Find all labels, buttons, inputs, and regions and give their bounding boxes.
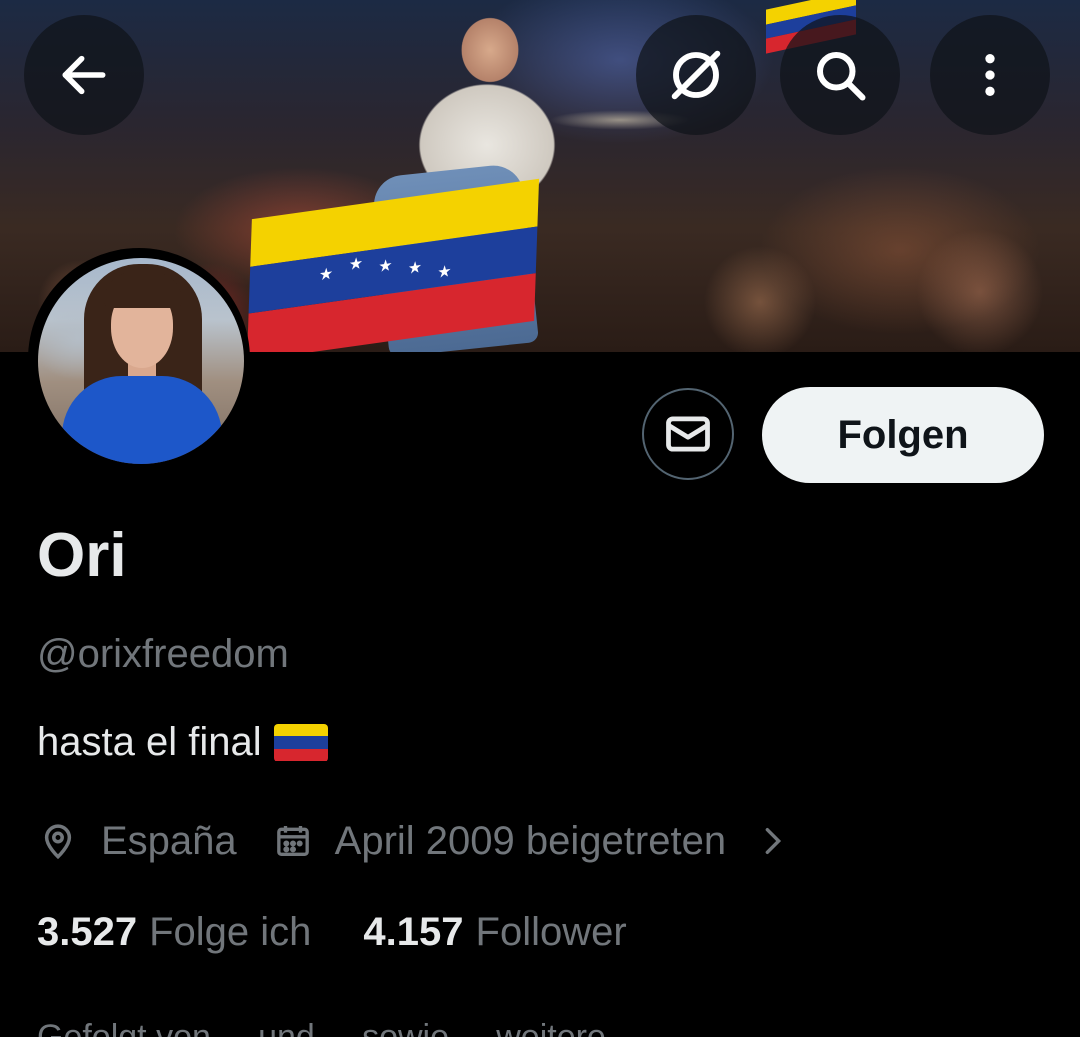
- profile-name: Ori: [37, 521, 127, 590]
- calendar-icon: [273, 821, 313, 861]
- following-link[interactable]: 3.527 Folge ich: [37, 910, 311, 955]
- avatar-bangs: [104, 272, 182, 308]
- avatar-shirt: [62, 376, 222, 464]
- back-button[interactable]: [24, 15, 144, 135]
- more-vertical-icon: [985, 54, 995, 96]
- profile-page: ★ ★ ★ ★ ★ Folgen Ori @orixfreedom hasta …: [0, 0, 1080, 1037]
- avatar[interactable]: [38, 258, 244, 464]
- following-count: 3.527: [37, 910, 138, 954]
- grok-button[interactable]: [636, 15, 756, 135]
- profile-stats: 3.527 Folge ich 4.157 Follower: [37, 910, 627, 955]
- banner-figure-head: [450, 0, 530, 90]
- followers-count: 4.157: [363, 910, 464, 954]
- chevron-right-icon[interactable]: [756, 824, 790, 858]
- joined-text[interactable]: April 2009 beigetreten: [335, 819, 726, 864]
- more-options-button[interactable]: [930, 15, 1050, 135]
- followed-by-text[interactable]: Gefolgt von ... und ... sowie ... weiter…: [37, 1018, 606, 1037]
- followers-link[interactable]: 4.157 Follower: [363, 910, 626, 955]
- location-text: España: [101, 818, 237, 863]
- search-icon: [817, 52, 866, 101]
- location-pin-icon: [37, 820, 79, 862]
- profile-handle: @orixfreedom: [37, 632, 289, 676]
- venezuela-flag-icon: [273, 723, 328, 762]
- bio-text: hasta el final: [37, 720, 262, 764]
- profile-meta: España April 2009 beigetreten: [37, 815, 790, 867]
- grok-icon: [671, 50, 721, 100]
- mail-icon: [666, 416, 710, 452]
- following-label: Folge ich: [149, 910, 312, 954]
- follow-button[interactable]: Folgen: [762, 387, 1044, 483]
- search-button[interactable]: [780, 15, 900, 135]
- followers-label: Follower: [475, 910, 627, 954]
- message-button[interactable]: [642, 388, 734, 480]
- profile-bio: hasta el final: [37, 720, 328, 765]
- arrow-left-icon: [62, 55, 106, 95]
